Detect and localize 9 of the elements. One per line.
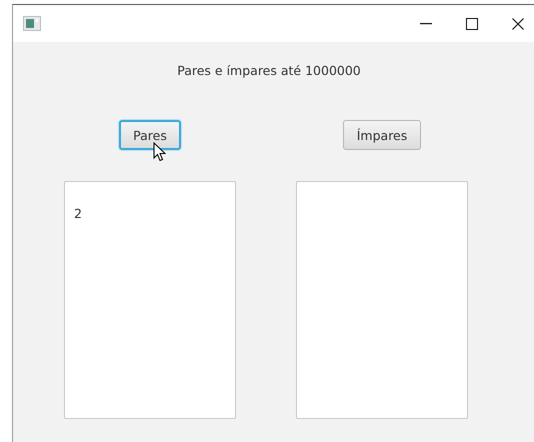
close-icon[interactable] — [512, 18, 524, 30]
text-area[interactable]: 2 — [64, 181, 236, 419]
app-icon — [23, 16, 41, 31]
maximize-icon[interactable] — [466, 18, 478, 30]
heading-label: Pares e ímpares até 1000000 — [176, 63, 362, 79]
list-text: 2 — [74, 206, 83, 221]
minimize-icon[interactable] — [420, 22, 432, 24]
action-button[interactable]: Ímpares — [342, 120, 422, 150]
action-button[interactable]: Pares — [119, 120, 181, 150]
